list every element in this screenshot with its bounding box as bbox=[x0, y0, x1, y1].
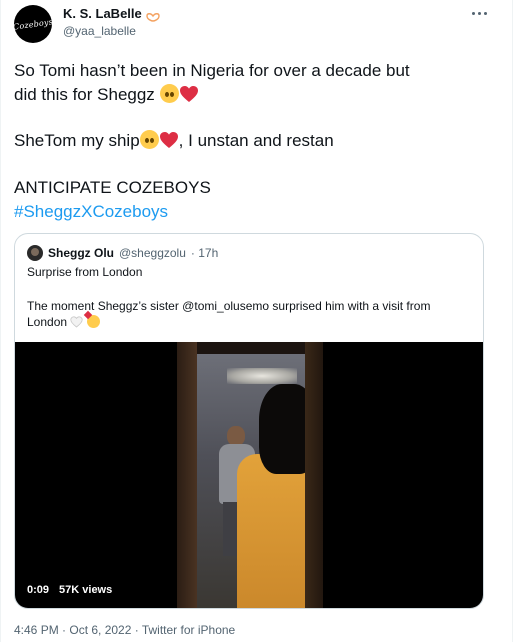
red-heart-emoji bbox=[179, 85, 199, 103]
tweet-timestamp[interactable]: 4:46 PM · Oct 6, 2022 · Twitter for iPho… bbox=[14, 623, 235, 637]
tweet[interactable]: Cozeboys K. S. LaBelle @yaa_labelle So T… bbox=[0, 0, 513, 642]
heart-hands-icon bbox=[146, 9, 160, 22]
author-display-name[interactable]: K. S. LaBelle bbox=[63, 6, 142, 21]
quoted-author-handle[interactable]: @sheggzolu bbox=[119, 246, 186, 260]
author-handle[interactable]: @yaa_labelle bbox=[63, 24, 136, 38]
tweet-text-line-2: did this for Sheggz bbox=[14, 83, 484, 107]
tweet-text-line-2-text: did this for Sheggz bbox=[14, 85, 155, 104]
quoted-tweet-text-1: Surprise from London bbox=[27, 265, 143, 279]
pleading-face-emoji bbox=[159, 84, 179, 103]
video-meta: 0:09 57K views bbox=[27, 584, 112, 596]
avatar-logo-text: Cozeboys bbox=[14, 16, 52, 32]
tweet-text-line-3-start: SheTom my ship bbox=[14, 131, 140, 150]
author-name-row[interactable]: K. S. LaBelle bbox=[63, 6, 160, 22]
pleading-face-emoji bbox=[139, 130, 159, 149]
quoted-tweet-time[interactable]: · 17h bbox=[191, 246, 218, 260]
partying-face-emoji bbox=[86, 315, 100, 328]
quoted-author-name[interactable]: Sheggz Olu bbox=[48, 246, 114, 260]
quoted-tweet-header[interactable]: Sheggz Olu @sheggzolu · 17h bbox=[27, 245, 218, 261]
tweet-text-line-1: So Tomi hasn’t been in Nigeria for over … bbox=[14, 61, 410, 80]
red-heart-emoji bbox=[159, 131, 179, 149]
quoted-author-avatar[interactable] bbox=[27, 245, 43, 261]
white-heart-emoji bbox=[70, 316, 83, 328]
quoted-tweet-card[interactable]: Sheggz Olu @sheggzolu · 17h Surprise fro… bbox=[14, 233, 484, 609]
tweet-text-line-4: ANTICIPATE COZEBOYS bbox=[14, 178, 211, 197]
quoted-tweet-text-3: London bbox=[27, 314, 472, 330]
quoted-tweet-text-3-text: London bbox=[27, 315, 68, 329]
video-duration: 0:09 bbox=[27, 584, 50, 596]
video-player[interactable]: 0:09 57K views bbox=[15, 342, 483, 608]
tweet-text-line-3: SheTom my ship , I unstan and restan bbox=[14, 129, 484, 153]
quoted-tweet-text-2: The moment Sheggz’s sister @tomi_olusemo… bbox=[27, 299, 431, 313]
author-avatar[interactable]: Cozeboys bbox=[14, 5, 52, 43]
hashtag-link[interactable]: #SheggzXCozeboys bbox=[14, 200, 484, 224]
video-views: 57K views bbox=[59, 584, 113, 596]
video-frame bbox=[177, 342, 323, 608]
tweet-text-line-3-end: , I unstan and restan bbox=[178, 131, 334, 150]
more-horizontal-icon[interactable] bbox=[472, 12, 488, 16]
